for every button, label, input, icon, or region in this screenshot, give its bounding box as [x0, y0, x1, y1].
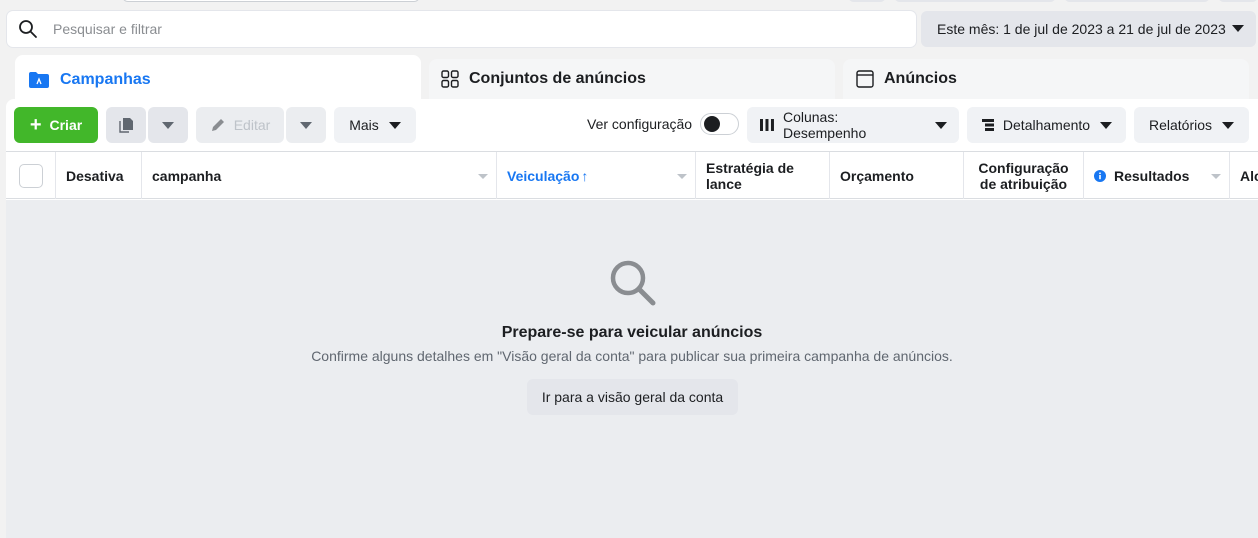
top-control-remnant[interactable] [122, 0, 420, 2]
date-range-picker[interactable]: Este mês: 1 de jul de 2023 a 21 de jul d… [921, 11, 1256, 47]
view-config-label: Ver configuração [587, 116, 693, 132]
column-header-label: Desativa [66, 167, 124, 184]
column-header-label: Orçamento [840, 167, 914, 184]
tab-label: Conjuntos de anúncios [469, 70, 646, 87]
magnifier-icon [610, 260, 656, 306]
search-input[interactable] [53, 21, 873, 37]
table-header: Desativa campanha Veiculação ↑ Estratégi… [6, 151, 1258, 199]
more-button[interactable]: Mais [334, 107, 416, 143]
column-header-configuracao[interactable]: Configuração de atribuição [964, 152, 1084, 199]
edit-options-button[interactable] [286, 107, 326, 143]
empty-state-subtitle: Confirme alguns detalhes em "Visão geral… [311, 348, 953, 364]
breakdown-button-label: Detalhamento [1002, 117, 1091, 133]
chevron-down-icon [162, 121, 174, 129]
reports-button[interactable]: Relatórios [1134, 107, 1249, 143]
column-header-label: campanha [152, 167, 222, 184]
column-header-label: Configuração de atribuição [978, 159, 1069, 192]
column-header-estrategia[interactable]: Estratégia de lance [696, 152, 830, 199]
chevron-down-icon [1222, 121, 1235, 129]
grid-icon [441, 70, 459, 88]
tab-conjuntos-de-anuncios[interactable]: Conjuntos de anúncios [429, 59, 835, 99]
chevron-down-icon [300, 121, 312, 129]
date-range-label: Este mês: 1 de jul de 2023 a 21 de jul d… [937, 21, 1226, 37]
columns-button[interactable]: Colunas: Desempenho [747, 107, 959, 143]
toggle-knob [704, 116, 720, 132]
reports-button-label: Relatórios [1148, 117, 1213, 133]
duplicate-button[interactable] [106, 107, 146, 143]
toolbar: + Criar Editar Mais Ver configuração Col… [6, 99, 1258, 151]
plus-icon: + [29, 114, 42, 136]
select-all-column [6, 152, 56, 199]
account-overview-button[interactable]: Ir para a visão geral da conta [527, 379, 738, 415]
more-button-label: Mais [349, 117, 379, 133]
ad-window-icon [856, 70, 874, 88]
breakdown-button[interactable]: Detalhamento [967, 107, 1126, 143]
columns-icon [759, 119, 774, 131]
breakdown-icon [981, 119, 994, 131]
top-control-remnant[interactable] [848, 0, 886, 2]
column-header-orcamento[interactable]: Orçamento [830, 152, 964, 199]
chevron-down-icon [388, 121, 401, 129]
pencil-icon [211, 119, 224, 131]
sort-up-arrow-icon: ↑ [581, 167, 589, 184]
tab-anuncios[interactable]: Anúncios [843, 59, 1249, 99]
chevron-down-icon [1100, 121, 1113, 129]
view-config-toggle[interactable] [700, 113, 739, 135]
campaigns-panel: + Criar Editar Mais Ver configuração Col… [6, 99, 1258, 538]
sort-caret-icon [677, 174, 687, 179]
folder-icon [29, 72, 49, 88]
chevron-down-icon [935, 121, 947, 129]
column-header-resultados[interactable]: Resultados [1084, 152, 1230, 199]
select-all-checkbox[interactable] [18, 163, 43, 188]
duplicate-icon [119, 118, 133, 133]
duplicate-options-button[interactable] [148, 107, 188, 143]
column-header-label: Resultados [1114, 167, 1190, 184]
edit-button[interactable]: Editar [196, 107, 284, 143]
sort-caret-icon [478, 174, 488, 179]
tab-campanhas[interactable]: Campanhas [15, 55, 421, 105]
tab-label: Campanhas [60, 71, 151, 88]
column-header-label: Alc [1240, 167, 1258, 184]
empty-state: Prepare-se para veicular anúncios Confir… [6, 200, 1258, 538]
column-header-label: Estratégia de lance [706, 159, 794, 192]
empty-state-title: Prepare-se para veicular anúncios [501, 324, 763, 341]
column-header-veiculacao[interactable]: Veiculação ↑ [497, 152, 696, 199]
top-control-remnant[interactable] [1064, 0, 1210, 2]
chevron-down-icon [1232, 25, 1244, 32]
column-header-alcance[interactable]: Alc [1230, 152, 1258, 199]
column-header-label: Veiculação [507, 167, 580, 184]
info-icon[interactable] [1094, 169, 1106, 182]
column-header-desativa[interactable]: Desativa [56, 152, 142, 199]
create-button-label: Criar [49, 117, 83, 133]
top-bar-remnant [0, 0, 1258, 10]
column-header-campanha[interactable]: campanha [142, 152, 497, 199]
columns-button-label: Colunas: Desempenho [782, 109, 867, 141]
create-button[interactable]: + Criar [14, 107, 98, 143]
edit-button-label: Editar [233, 117, 271, 133]
top-control-remnant[interactable] [1218, 0, 1258, 2]
top-control-remnant[interactable] [894, 0, 1056, 2]
sort-caret-icon [1211, 174, 1221, 179]
search-icon [19, 20, 37, 38]
search-box[interactable] [7, 11, 916, 47]
tab-label: Anúncios [884, 70, 957, 87]
